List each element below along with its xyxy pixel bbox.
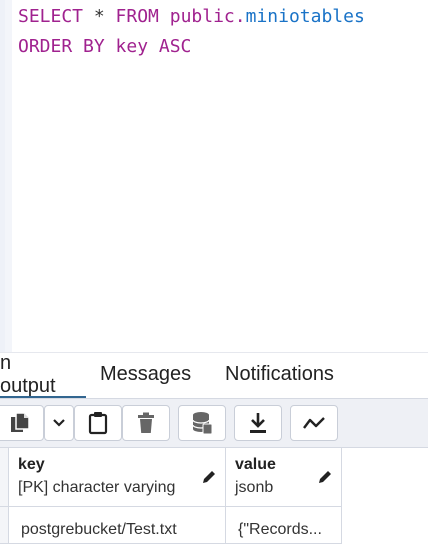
results-grid: key [PK] character varying value jsonb p… [0, 448, 342, 544]
save-data-button[interactable] [178, 405, 226, 441]
table-cell-value[interactable]: {"Records... [226, 507, 342, 544]
column-name-value: value [235, 456, 276, 473]
operator-star: * [83, 6, 116, 27]
tab-notifications[interactable]: Notifications [211, 353, 361, 399]
column-header-key[interactable]: key [PK] character varying [9, 448, 226, 507]
tab-notifications-label: Notifications [225, 363, 334, 385]
column-name-key: key [18, 456, 45, 473]
database-save-icon [192, 412, 213, 435]
editor-gutter [5, 0, 12, 352]
results-toolbar [0, 398, 428, 448]
row-header-1[interactable] [0, 507, 9, 544]
tab-data-output[interactable]: n output [0, 351, 86, 399]
row-header-corner [0, 448, 9, 507]
table-cell-key[interactable]: postgrebucket/Test.txt [9, 507, 226, 544]
edit-pencil-icon[interactable] [201, 469, 217, 490]
copy-options-dropdown[interactable] [44, 405, 74, 441]
schema-name: public. [158, 6, 246, 27]
code-line-2: ORDER BY key ASC [18, 36, 191, 58]
delete-button[interactable] [122, 405, 170, 441]
output-tabs: n output Messages Notifications [0, 351, 428, 399]
tab-data-output-label: n output [0, 351, 56, 397]
code-line-1: SELECT * FROM public.miniotables [18, 6, 365, 28]
column-type-key: [PK] character varying [18, 479, 176, 496]
copy-icon [11, 412, 30, 432]
trash-icon [138, 412, 154, 433]
cell-value-text: {"Records... [238, 521, 322, 538]
column-header-value[interactable]: value jsonb [226, 448, 342, 507]
keyword-select: SELECT [18, 6, 84, 27]
tab-messages[interactable]: Messages [86, 353, 211, 399]
tab-messages-label: Messages [100, 363, 192, 385]
keyword-from: FROM [115, 6, 159, 27]
download-icon [250, 413, 266, 433]
chevron-down-icon [53, 419, 65, 427]
copy-button[interactable] [0, 405, 44, 441]
table-name: miniotables [245, 6, 365, 27]
cell-key-text: postgrebucket/Test.txt [21, 521, 177, 538]
sql-editor[interactable]: SELECT * FROM public.miniotables ORDER B… [0, 0, 428, 352]
column-type-value: jsonb [235, 479, 274, 496]
download-button[interactable] [234, 405, 282, 441]
keyword-order-by: ORDER BY [18, 36, 105, 57]
line-chart-icon [303, 417, 325, 429]
order-clause: key ASC [104, 36, 192, 57]
paste-button[interactable] [74, 405, 122, 441]
paste-icon [88, 412, 108, 435]
edit-pencil-icon[interactable] [317, 469, 333, 490]
graph-visualiser-button[interactable] [290, 405, 338, 441]
